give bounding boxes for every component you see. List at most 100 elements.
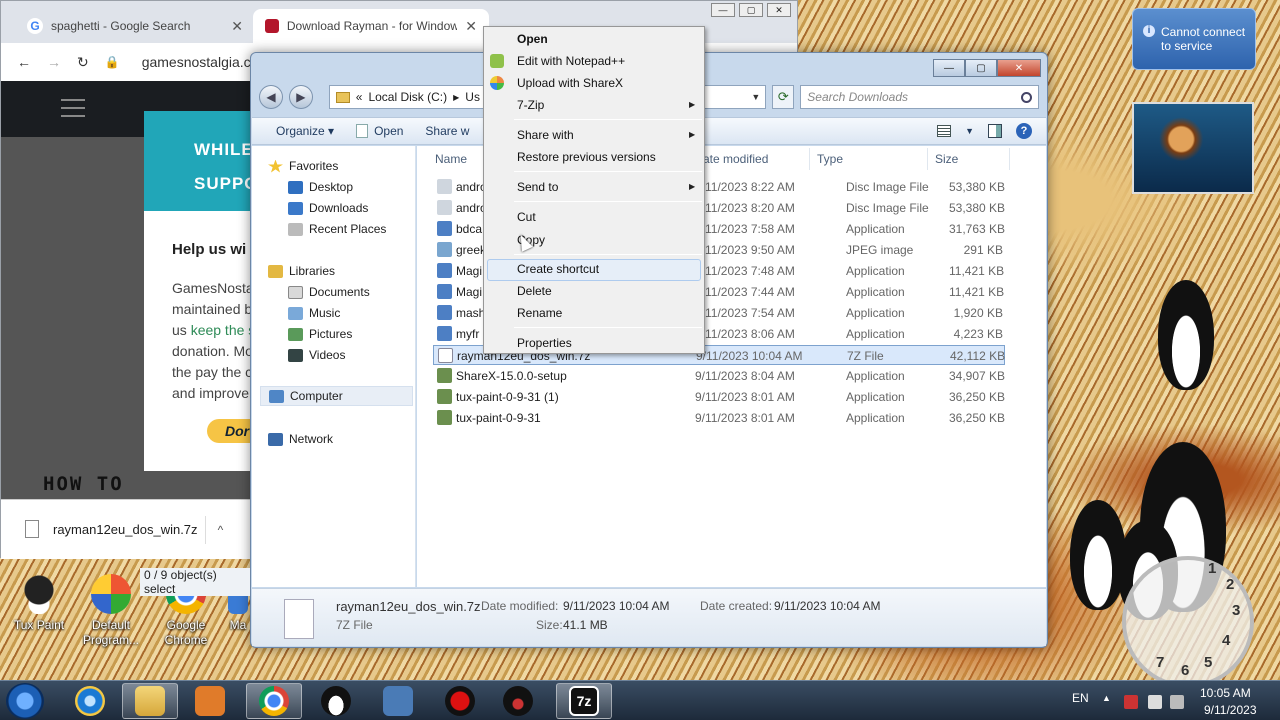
file-size: 36,250 KB bbox=[949, 390, 1006, 404]
taskbar-pingu[interactable] bbox=[490, 683, 546, 719]
desktop-icon-tux-paint[interactable]: Tux Paint bbox=[0, 574, 78, 633]
taskbar-app[interactable] bbox=[370, 683, 426, 719]
preview-pane-icon[interactable] bbox=[988, 124, 1002, 138]
file-size: 291 KB bbox=[963, 243, 1003, 257]
file-type: Application bbox=[846, 306, 905, 320]
taskbar-chrome[interactable] bbox=[246, 683, 302, 719]
penguin-decoration bbox=[1070, 500, 1126, 610]
menu-item-send-to[interactable]: Send to bbox=[517, 180, 558, 194]
language-indicator[interactable]: EN bbox=[1072, 691, 1089, 705]
minimize-icon[interactable]: — bbox=[933, 59, 965, 77]
hamburger-menu-icon[interactable] bbox=[61, 99, 85, 117]
slideshow-gadget[interactable] bbox=[1132, 102, 1254, 194]
keep-link[interactable]: keep the s bbox=[191, 322, 256, 338]
details-size-label: Size: bbox=[536, 618, 563, 632]
weather-gadget[interactable]: i Cannot connect to service bbox=[1132, 8, 1256, 70]
nav-documents[interactable]: Documents bbox=[288, 282, 370, 302]
nav-recent-places[interactable]: Recent Places bbox=[288, 219, 386, 239]
close-icon[interactable]: ✕ bbox=[767, 3, 791, 17]
taskbar-recorder[interactable] bbox=[432, 683, 488, 719]
forward-arrow-icon[interactable]: → bbox=[47, 54, 61, 70]
column-date-modified[interactable]: ate modified bbox=[703, 152, 768, 166]
file-row[interactable]: tux-paint-0-9-31 (1) 9/11/2023 8:01 AM App… bbox=[433, 387, 1005, 407]
back-arrow-icon[interactable]: ◀ bbox=[259, 85, 283, 109]
organize-button[interactable]: Organize ▾ bbox=[276, 124, 334, 138]
menu-item-delete[interactable]: Delete bbox=[517, 284, 552, 298]
menu-item-share-with[interactable]: Share with bbox=[517, 128, 574, 142]
breadcrumb-users[interactable]: Us bbox=[465, 90, 480, 104]
minimize-icon[interactable]: — bbox=[711, 3, 735, 17]
column-separator[interactable] bbox=[927, 148, 928, 170]
power-icon[interactable] bbox=[1148, 695, 1162, 709]
column-name[interactable]: Name bbox=[435, 152, 467, 166]
file-row[interactable]: ShareX-15.0.0-setup 9/11/2023 8:04 AM Appl… bbox=[433, 366, 1005, 386]
open-button[interactable]: Open bbox=[356, 124, 403, 139]
clock-number: 5 bbox=[1204, 654, 1213, 671]
menu-item-cut[interactable]: Cut bbox=[517, 210, 536, 224]
installer-icon bbox=[437, 389, 452, 404]
nav-favorites[interactable]: Favorites bbox=[268, 156, 338, 176]
clock-date[interactable]: 9/11/2023 bbox=[1204, 703, 1257, 717]
view-options-icon[interactable] bbox=[937, 125, 952, 137]
share-button[interactable]: Share w bbox=[425, 124, 469, 138]
chevron-down-icon[interactable]: ▼ bbox=[751, 92, 765, 102]
file-date: 9/11/2023 8:20 AM bbox=[695, 201, 795, 215]
nav-network[interactable]: Network bbox=[268, 429, 333, 449]
nav-computer[interactable]: Computer bbox=[260, 386, 413, 406]
taskbar-ie[interactable] bbox=[62, 683, 118, 719]
nav-downloads[interactable]: Downloads bbox=[288, 198, 368, 218]
nav-pictures[interactable]: Pictures bbox=[288, 324, 352, 344]
menu-item-7zip[interactable]: 7-Zip bbox=[517, 98, 544, 112]
back-arrow-icon[interactable]: ← bbox=[17, 54, 31, 70]
menu-item-upload-sharex[interactable]: Upload with ShareX bbox=[517, 76, 623, 90]
help-icon[interactable]: ? bbox=[1016, 123, 1032, 139]
menu-item-open[interactable]: Open bbox=[517, 32, 548, 46]
column-separator[interactable] bbox=[809, 148, 810, 170]
nav-libraries[interactable]: Libraries bbox=[268, 261, 335, 281]
volume-icon[interactable] bbox=[1170, 695, 1184, 709]
nav-music[interactable]: Music bbox=[288, 303, 340, 323]
submenu-arrow-icon: ▶ bbox=[689, 100, 696, 109]
start-button[interactable] bbox=[6, 683, 44, 719]
maximize-icon[interactable]: ▢ bbox=[965, 59, 997, 77]
chevron-up-icon[interactable]: ^ bbox=[205, 516, 235, 544]
desktop-icon-default-programs[interactable]: Default Program... bbox=[72, 574, 150, 648]
taskbar-media-player[interactable] bbox=[182, 683, 238, 719]
column-size[interactable]: Size bbox=[935, 152, 958, 166]
reload-icon[interactable]: ↻ bbox=[77, 54, 89, 71]
show-hidden-icons-icon[interactable]: ▲ bbox=[1102, 693, 1111, 703]
menu-item-properties[interactable]: Properties bbox=[517, 336, 572, 350]
close-icon[interactable]: ✕ bbox=[997, 59, 1041, 77]
penguin-decoration bbox=[1158, 280, 1214, 390]
clock-gadget[interactable]: 3 4 5 6 7 2 1 bbox=[1122, 556, 1254, 688]
menu-item-restore-versions[interactable]: Restore previous versions bbox=[517, 150, 656, 164]
file-name: greek bbox=[456, 243, 487, 257]
refresh-icon[interactable]: ⟳ bbox=[772, 85, 795, 109]
nav-label: Music bbox=[309, 306, 341, 320]
action-center-icon[interactable] bbox=[1124, 695, 1138, 709]
taskbar-tux-paint[interactable] bbox=[308, 683, 364, 719]
search-input[interactable]: Search Downloads bbox=[800, 85, 1039, 109]
url-input[interactable]: gamesnostalgia.c bbox=[142, 54, 251, 70]
nav-desktop[interactable]: Desktop bbox=[288, 177, 353, 197]
breadcrumb-arrow-icon[interactable]: ▶ bbox=[453, 93, 459, 102]
file-row[interactable]: tux-paint-0-9-31 9/11/2023 8:01 AM Applica… bbox=[433, 408, 1005, 428]
close-tab-icon[interactable]: ✕ bbox=[465, 18, 477, 35]
menu-item-edit-notepad[interactable]: Edit with Notepad++ bbox=[517, 54, 625, 68]
column-separator[interactable] bbox=[1009, 148, 1010, 170]
close-tab-icon[interactable]: ✕ bbox=[231, 18, 243, 35]
column-type[interactable]: Type bbox=[817, 152, 843, 166]
clock-time[interactable]: 10:05 AM bbox=[1200, 686, 1251, 700]
maximize-icon[interactable]: ▢ bbox=[739, 3, 763, 17]
menu-item-rename[interactable]: Rename bbox=[517, 306, 562, 320]
taskbar-7zip[interactable]: 7z bbox=[556, 683, 612, 719]
nav-videos[interactable]: Videos bbox=[288, 345, 345, 365]
taskbar-explorer[interactable] bbox=[122, 683, 178, 719]
breadcrumb-drive[interactable]: Local Disk (C:) bbox=[368, 90, 447, 104]
tab-spaghetti[interactable]: G spaghetti - Google Search ✕ bbox=[15, 9, 255, 43]
download-item[interactable]: rayman12eu_dos_win.7z bbox=[25, 520, 198, 538]
chevron-down-icon[interactable]: ▼ bbox=[965, 126, 974, 136]
forward-arrow-icon[interactable]: ▶ bbox=[288, 85, 313, 109]
tab-rayman[interactable]: Download Rayman - for Window ✕ bbox=[253, 9, 489, 43]
menu-item-create-shortcut[interactable]: Create shortcut bbox=[517, 262, 599, 276]
